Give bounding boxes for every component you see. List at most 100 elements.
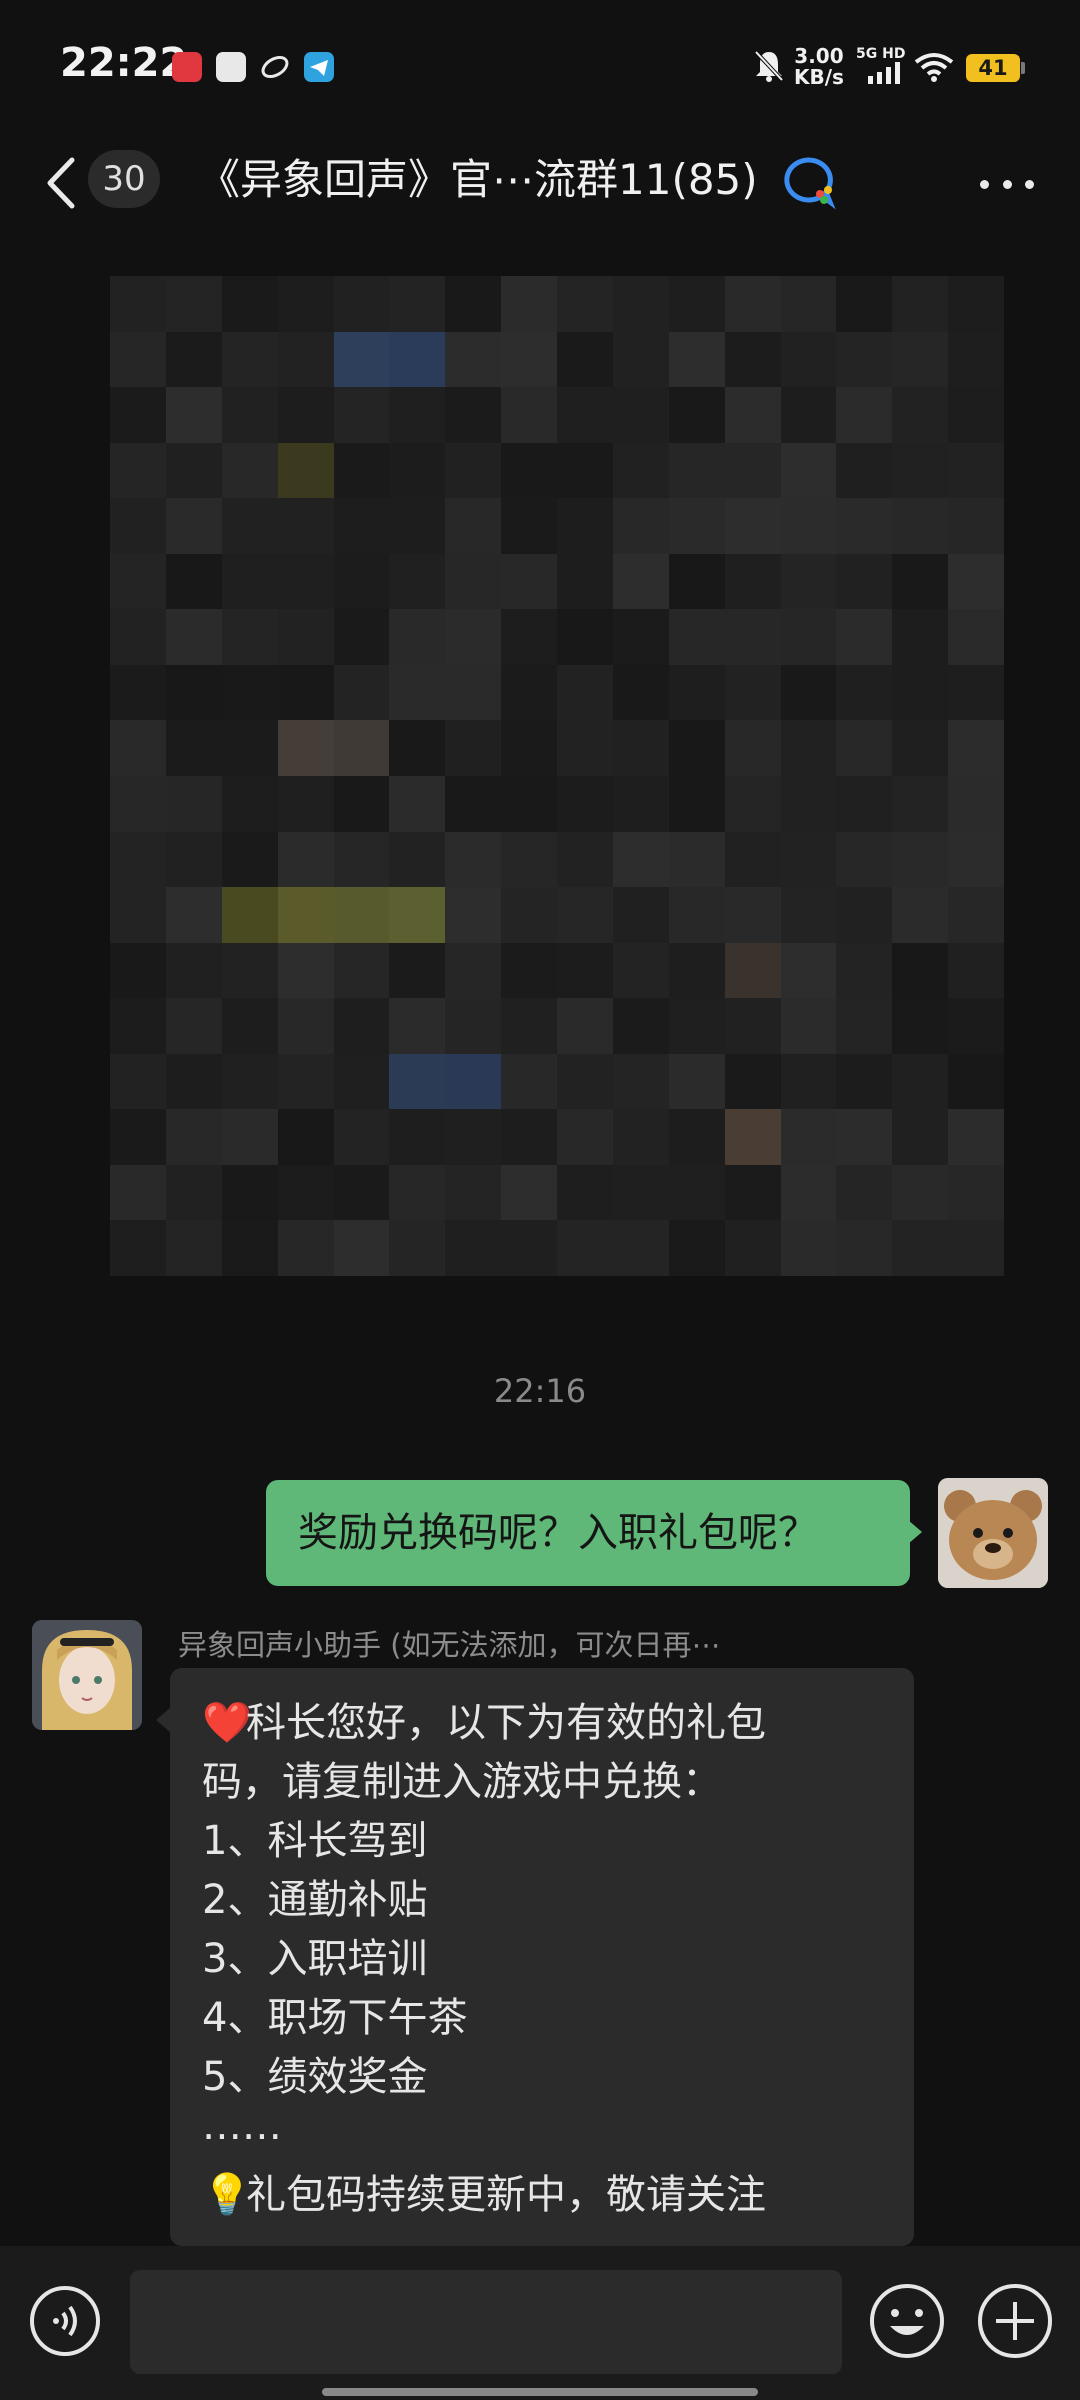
mosaic-tile [277, 498, 334, 554]
mosaic-tile [501, 776, 557, 832]
self-avatar[interactable] [938, 1478, 1048, 1588]
mosaic-tile [221, 1220, 278, 1276]
bot-avatar[interactable] [32, 1620, 142, 1730]
mosaic-tile [612, 609, 669, 665]
mosaic-tile [836, 776, 893, 832]
mosaic-tile [501, 276, 557, 332]
more-icon[interactable] [972, 156, 1042, 212]
mosaic-tile [165, 887, 222, 943]
mosaic-tile [892, 942, 949, 999]
network-type: 5G HD [856, 46, 906, 62]
anime-girl-avatar [32, 1620, 142, 1730]
mosaic-tile [780, 1220, 837, 1276]
mosaic-tile [780, 276, 837, 332]
mosaic-tile [557, 1053, 613, 1110]
mosaic-tile [501, 1053, 557, 1110]
mosaic-tile [892, 887, 949, 943]
bot-message-bubble[interactable]: ❤️科长您好，以下为有效的礼包 码，请复制进入游戏中兑换： 1、科长驾到 2、通… [170, 1668, 914, 2246]
mosaic-tile [557, 1109, 613, 1165]
group-chat-icon[interactable] [778, 152, 838, 212]
net-speed: 3.00 KB/s [794, 46, 844, 88]
mosaic-tile [780, 609, 837, 665]
mosaic-tile [668, 553, 725, 610]
status-time: 22:22 [60, 40, 188, 86]
mosaic-tile [557, 664, 613, 721]
mosaic-tile [389, 442, 446, 499]
mosaic-tile [110, 1164, 166, 1221]
plus-icon[interactable] [976, 2282, 1054, 2360]
mosaic-tile [333, 831, 390, 888]
mosaic-tile [948, 831, 1004, 888]
emoji-icon[interactable] [868, 2282, 946, 2360]
mosaic-tile [557, 1220, 613, 1276]
mosaic-tile [165, 276, 222, 332]
mosaic-tile [836, 609, 893, 665]
mosaic-tile [333, 387, 390, 443]
self-message-bubble[interactable]: 奖励兑换码呢？入职礼包呢？ [266, 1480, 910, 1586]
mosaic-tile [110, 387, 166, 443]
image-message[interactable] [110, 276, 1004, 1276]
mosaic-tile [948, 1220, 1004, 1276]
mosaic-tile [948, 609, 1004, 665]
mosaic-tile [892, 998, 949, 1054]
mosaic-tile [724, 276, 781, 332]
mosaic-tile [612, 1164, 669, 1221]
mosaic-tile [389, 720, 446, 776]
mosaic-tile [724, 1053, 781, 1110]
mosaic-tile [501, 553, 557, 610]
chat-title[interactable]: 《异象回声》官⋯流群11(85) [198, 148, 758, 212]
mosaic-tile [333, 1053, 390, 1110]
voice-icon[interactable] [28, 2284, 102, 2358]
mosaic-tile [110, 276, 166, 332]
mosaic-tile [110, 776, 166, 832]
mosaic-tile [333, 1164, 390, 1221]
mosaic-tile [221, 1164, 278, 1221]
mosaic-tile [892, 720, 949, 776]
bot-line-text: 礼包码持续更新中，敬请关注 [246, 2172, 766, 2218]
mosaic-tile [612, 776, 669, 832]
mosaic-tile [892, 609, 949, 665]
mosaic-tile [165, 998, 222, 1054]
mosaic-tile [948, 276, 1004, 332]
mosaic-tile [445, 1220, 502, 1276]
mosaic-tile [836, 998, 893, 1054]
home-indicator[interactable] [322, 2388, 758, 2396]
mosaic-tile [445, 1164, 502, 1221]
mosaic-tile [165, 553, 222, 610]
mosaic-tile [445, 276, 502, 332]
mosaic-tile [948, 942, 1004, 999]
mosaic-tile [557, 831, 613, 888]
mosaic-tile [445, 331, 502, 388]
mosaic-tile [780, 942, 837, 999]
mosaic-tile [221, 887, 278, 943]
mosaic-tile [110, 720, 166, 776]
mosaic-tile [668, 1164, 725, 1221]
mosaic-tile [389, 831, 446, 888]
mosaic-tile [612, 1109, 669, 1165]
mosaic-tile [836, 442, 893, 499]
mosaic-tile [668, 1053, 725, 1110]
back-icon[interactable] [38, 148, 88, 218]
mosaic-tile [165, 720, 222, 776]
mosaic-tile [277, 887, 334, 943]
message-input[interactable] [130, 2270, 842, 2374]
mosaic-tile [780, 1164, 837, 1221]
mute-bell-icon [754, 50, 784, 82]
mosaic-tile [724, 553, 781, 610]
mosaic-tile [557, 331, 613, 388]
mosaic-tile [612, 942, 669, 999]
mosaic-tile [221, 998, 278, 1054]
unread-count-badge[interactable]: 30 [88, 150, 160, 208]
mosaic-tile [110, 664, 166, 721]
mosaic-tile [277, 553, 334, 610]
mosaic-tile [277, 720, 334, 776]
mosaic-tile [389, 942, 446, 999]
mosaic-tile [724, 498, 781, 554]
mosaic-tile [892, 1109, 949, 1165]
mosaic-tile [165, 1109, 222, 1165]
mosaic-tile [165, 387, 222, 443]
net-speed-value: 3.00 [794, 44, 844, 68]
mosaic-tile [612, 887, 669, 943]
mosaic-tile [724, 942, 781, 999]
mosaic-tile [948, 498, 1004, 554]
